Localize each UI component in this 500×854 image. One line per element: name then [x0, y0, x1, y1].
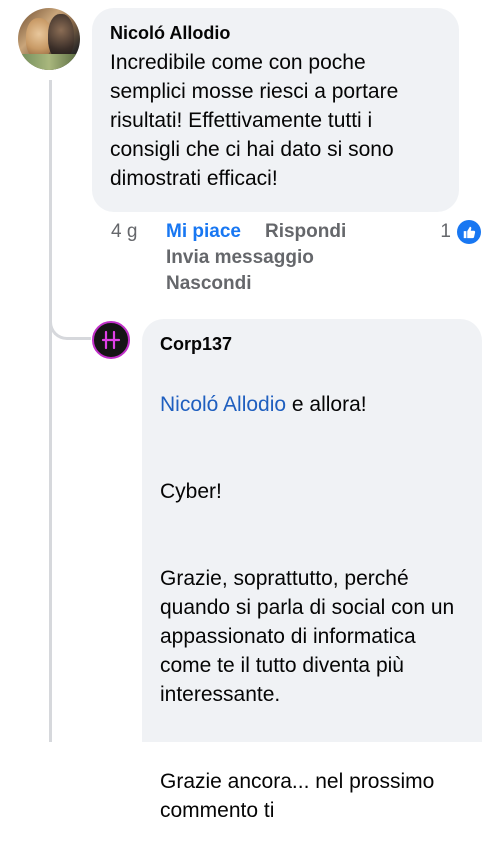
like-button[interactable]: Mi piace: [166, 219, 241, 245]
comment-actions: 4 g Mi piace Rispondi 1 Invia messaggio …: [111, 219, 481, 297]
reply-paragraph: Grazie ancora... nel prossimo commento t…: [160, 770, 435, 822]
send-message-button[interactable]: Invia messaggio: [166, 245, 314, 271]
reaction-count: 1: [440, 221, 451, 242]
avatar[interactable]: [18, 8, 80, 70]
reply-text: Nicoló Allodio e allora! Cyber! Grazie, …: [160, 361, 464, 854]
reply-connector: [49, 300, 91, 340]
comment-author[interactable]: Nicoló Allodio: [110, 22, 441, 44]
comment-bubble: Nicoló Allodio Incredibile come con poch…: [92, 8, 459, 212]
reply-text-after-mention: e allora!: [286, 393, 367, 416]
comment-text: Incredibile come con poche semplici moss…: [110, 51, 399, 190]
avatar-photo-background: [18, 54, 80, 70]
thumbs-up-icon: [457, 220, 481, 244]
mention-link[interactable]: Nicoló Allodio: [160, 393, 286, 416]
reply-avatar[interactable]: [92, 321, 130, 359]
reply-paragraph: Grazie, soprattutto, perché quando si pa…: [160, 567, 455, 706]
reply-paragraph: Nicoló Allodio e allora!: [160, 390, 464, 419]
hide-button[interactable]: Nascondi: [166, 271, 252, 297]
reply-paragraph: Cyber!: [160, 480, 222, 503]
reply-button[interactable]: Rispondi: [265, 219, 346, 245]
thread-line: [49, 80, 52, 742]
reaction-summary[interactable]: 1: [440, 219, 481, 245]
reply-bubble: Corp137 Nicoló Allodio e allora! Cyber! …: [142, 319, 482, 822]
corp137-logo-icon: [101, 330, 121, 350]
comment-timestamp[interactable]: 4 g: [111, 219, 166, 245]
reply-author[interactable]: Corp137: [160, 333, 464, 355]
